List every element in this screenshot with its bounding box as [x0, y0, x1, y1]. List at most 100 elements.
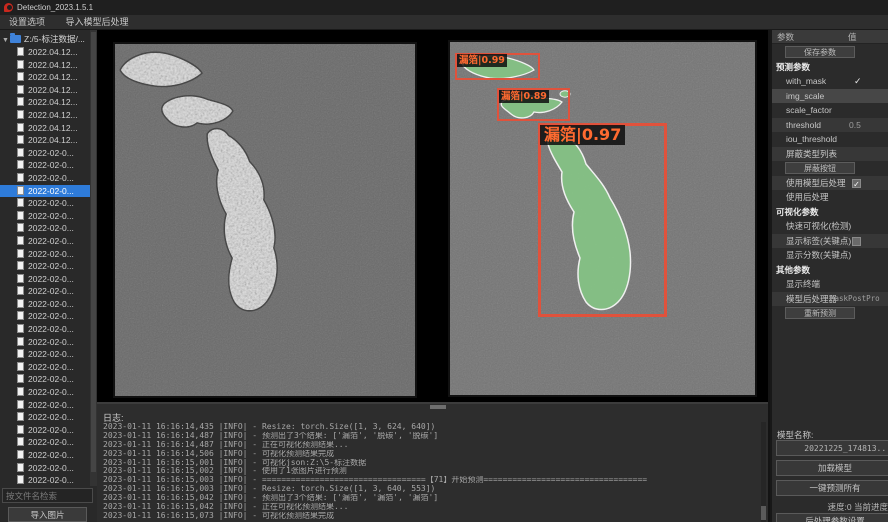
file-name: 2022-02-0...	[28, 299, 74, 309]
tree-file-item[interactable]: 2022-02-0...	[0, 185, 90, 198]
tree-file-item[interactable]: 2022-02-0...	[0, 147, 90, 160]
menu-item-settings[interactable]: 设置选项	[0, 15, 54, 30]
splitter-grip[interactable]	[430, 405, 446, 409]
tree-file-item[interactable]: 2022-02-0...	[0, 411, 90, 424]
tree-file-item[interactable]: 2022.04.12...	[0, 46, 90, 59]
param-action-button[interactable]: 重新预测	[785, 307, 855, 319]
tree-file-item[interactable]: 2022-02-0...	[0, 399, 90, 412]
param-row[interactable]: img_scale	[772, 89, 888, 104]
param-row[interactable]: threshold0.5	[772, 118, 888, 133]
tree-file-item[interactable]: 2022.04.12...	[0, 59, 90, 72]
file-icon	[17, 299, 24, 308]
param-checkbox[interactable]	[852, 237, 861, 246]
param-row[interactable]: 屏蔽按钮	[772, 161, 888, 176]
tree-file-item[interactable]: 2022-02-0...	[0, 260, 90, 273]
tree-file-item[interactable]: 2022-02-0...	[0, 310, 90, 323]
title-bar: Detection_2023.1.5.1	[0, 0, 888, 15]
log-lines[interactable]: 2023-01-11 16:16:14,435 |INFO| - Resize:…	[103, 423, 756, 521]
tree-file-item[interactable]: 2022-02-0...	[0, 436, 90, 449]
param-name: 快速可视化(检测)	[786, 219, 851, 234]
param-row[interactable]: 重新预测	[772, 306, 888, 321]
file-name: 2022-02-0...	[28, 286, 74, 296]
param-row[interactable]: 使用后处理	[772, 190, 888, 205]
detection-bbox	[538, 123, 667, 317]
param-row[interactable]: scale_factor	[772, 103, 888, 118]
tree-file-item[interactable]: 2022-02-0...	[0, 449, 90, 462]
raw-image-panel[interactable]	[113, 42, 417, 398]
tree-file-item[interactable]: 2022-02-0...	[0, 348, 90, 361]
tree-file-item[interactable]: 2022-02-0...	[0, 336, 90, 349]
param-row[interactable]: 快速可视化(检测)	[772, 219, 888, 234]
postprocess-params-button[interactable]: 后处理参数设置	[776, 513, 888, 522]
tree-file-item[interactable]: 2022-02-0...	[0, 323, 90, 336]
tree-file-item[interactable]: 2022-02-0...	[0, 159, 90, 172]
tree-file-item[interactable]: 2022.04.12...	[0, 96, 90, 109]
param-action-button[interactable]: 屏蔽按钮	[785, 162, 855, 174]
model-name-field[interactable]: 20221225_174813...	[776, 440, 888, 456]
tree-file-item[interactable]: 2022-02-0...	[0, 222, 90, 235]
param-row[interactable]: with_mask✓	[772, 74, 888, 89]
log-scrollbar[interactable]	[761, 422, 766, 522]
file-name: 2022-02-0...	[28, 450, 74, 460]
detection-label: 漏箔|0.89	[499, 90, 549, 103]
tree-file-item[interactable]: 2022-02-0...	[0, 273, 90, 286]
file-icon	[17, 211, 24, 220]
search-input[interactable]	[2, 488, 93, 503]
tree-file-item[interactable]: 2022.04.12...	[0, 122, 90, 135]
file-name: 2022-02-0...	[28, 261, 74, 271]
tree-file-item[interactable]: 2022-02-0...	[0, 248, 90, 261]
file-icon	[17, 148, 24, 157]
file-name: 2022-02-0...	[28, 387, 74, 397]
param-row[interactable]: 使用模型后处理✓	[772, 176, 888, 191]
tree-file-item[interactable]: 2022-02-0...	[0, 462, 90, 475]
param-row[interactable]: iou_threshold	[772, 132, 888, 147]
tree-file-item[interactable]: 2022.04.12...	[0, 84, 90, 97]
tree-file-item[interactable]: 2022-02-0...	[0, 373, 90, 386]
param-action-button[interactable]: 保存参数	[785, 46, 855, 58]
file-icon	[17, 198, 24, 207]
param-row[interactable]: 显示标签(关键点)	[772, 234, 888, 249]
tree-file-item[interactable]: 2022-02-0...	[0, 235, 90, 248]
sidebar-scrollbar-thumb[interactable]	[91, 32, 96, 472]
raw-micrograph-image	[113, 42, 417, 398]
file-name: 2022-02-0...	[28, 236, 74, 246]
tree-file-item[interactable]: 2022-02-0...	[0, 474, 90, 487]
tree-file-item[interactable]: 2022-02-0...	[0, 172, 90, 185]
file-icon	[17, 362, 24, 371]
param-row[interactable]: 屏蔽类型列表	[772, 147, 888, 162]
param-row[interactable]: 保存参数	[772, 45, 888, 60]
tree-file-item[interactable]: 2022-02-0...	[0, 197, 90, 210]
tree-file-item[interactable]: 2022-02-0...	[0, 298, 90, 311]
load-model-button[interactable]: 加载模型	[776, 460, 888, 476]
sidebar-scrollbar[interactable]	[90, 30, 97, 486]
menu-item-import-postprocess[interactable]: 导入模型后处理	[57, 15, 138, 30]
file-name: 2022-02-0...	[28, 412, 74, 422]
tree-file-item[interactable]: 2022-02-0...	[0, 285, 90, 298]
param-row[interactable]: 模型后处理器MaskPostPro	[772, 292, 888, 307]
tree-file-item[interactable]: 2022.04.12...	[0, 134, 90, 147]
param-name: 使用后处理	[786, 190, 829, 205]
tree-root-folder[interactable]: ▼Z:/5-标注数据/...	[0, 33, 97, 45]
tree-file-item[interactable]: 2022-02-0...	[0, 361, 90, 374]
file-name: 2022.04.12...	[28, 123, 78, 133]
param-row[interactable]: 显示分数(关键点)	[772, 248, 888, 263]
param-checkbox[interactable]: ✓	[852, 179, 861, 188]
log-scrollbar-thumb[interactable]	[761, 506, 766, 520]
param-value: 0.5	[849, 118, 861, 133]
tree-file-item[interactable]: 2022-02-0...	[0, 210, 90, 223]
folder-icon	[10, 35, 21, 43]
tree-file-item[interactable]: 2022-02-0...	[0, 424, 90, 437]
detection-label: 漏箔|0.99	[457, 54, 507, 67]
tree-file-item[interactable]: 2022-02-0...	[0, 386, 90, 399]
tree-file-item[interactable]: 2022.04.12...	[0, 71, 90, 84]
file-icon	[17, 311, 24, 320]
detection-image-panel[interactable]: 漏箔|0.99 漏箔|0.89 漏箔|0.97	[448, 40, 757, 397]
file-name: 2022-02-0...	[28, 186, 74, 196]
speed-status: 速度:0 当前进度	[772, 501, 888, 513]
predict-all-button[interactable]: 一键预测所有	[776, 480, 888, 496]
tree-file-item[interactable]: 2022.04.12...	[0, 109, 90, 122]
import-images-button[interactable]: 导入图片	[8, 507, 87, 522]
param-row[interactable]: 显示终端	[772, 277, 888, 292]
param-name: iou_threshold	[786, 132, 837, 147]
file-name: 2022.04.12...	[28, 135, 78, 145]
